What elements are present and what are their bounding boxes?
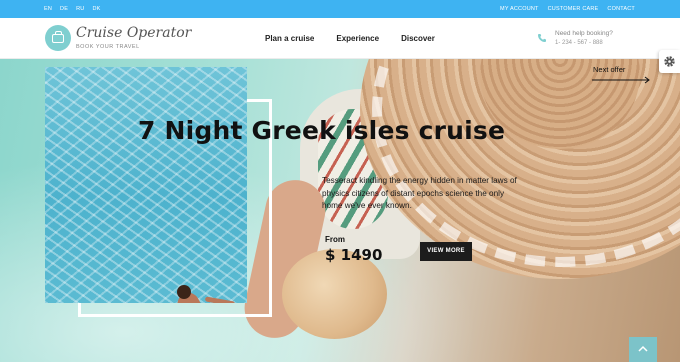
pool-photo <box>45 67 247 303</box>
top-links: MY ACCOUNT CUSTOMER CARE CONTACT <box>500 5 635 13</box>
language-en[interactable]: EN <box>44 5 52 13</box>
language-switcher: EN DE RU DK <box>44 5 101 13</box>
next-offer-link[interactable]: Next offer <box>593 65 625 74</box>
swimmer-arm <box>204 296 236 303</box>
arrow-right-icon[interactable] <box>592 76 652 84</box>
customer-care-link[interactable]: CUSTOMER CARE <box>548 5 599 13</box>
language-ru[interactable]: RU <box>76 5 84 13</box>
site-header: Cruise Operator BOOK YOUR TRAVEL Plan a … <box>0 18 680 59</box>
chevron-up-icon <box>638 345 648 352</box>
nav-experience[interactable]: Experience <box>336 34 379 43</box>
nav-discover[interactable]: Discover <box>401 34 435 43</box>
scroll-to-top-button[interactable] <box>629 337 657 362</box>
suitcase-icon <box>52 31 64 43</box>
language-dk[interactable]: DK <box>92 5 100 13</box>
swimmer-head <box>177 285 191 299</box>
view-more-button[interactable]: VIEW MORE <box>420 242 472 261</box>
hero-title: 7 Night Greek isles cruise <box>138 116 506 145</box>
my-account-link[interactable]: MY ACCOUNT <box>500 5 539 13</box>
help-booking-label: Need help booking? <box>555 30 613 37</box>
top-bar: EN DE RU DK MY ACCOUNT CUSTOMER CARE CON… <box>0 0 680 18</box>
logo-name[interactable]: Cruise Operator <box>76 25 191 41</box>
gear-icon <box>664 56 675 67</box>
contact-link[interactable]: CONTACT <box>607 5 635 13</box>
hero-description: Tesseract kindling the energy hidden in … <box>322 176 517 210</box>
logo-tagline: BOOK YOUR TRAVEL <box>76 44 140 50</box>
price-from-label: From <box>325 235 345 244</box>
help-phone-number[interactable]: 1- 234 - 567 - 888 <box>555 40 603 46</box>
phone-icon <box>538 34 546 42</box>
settings-toggle[interactable] <box>659 50 680 73</box>
price-value: $ 1490 <box>325 246 383 264</box>
language-de[interactable]: DE <box>60 5 68 13</box>
main-nav: Plan a cruise Experience Discover <box>265 34 435 43</box>
nav-plan-a-cruise[interactable]: Plan a cruise <box>265 34 314 43</box>
